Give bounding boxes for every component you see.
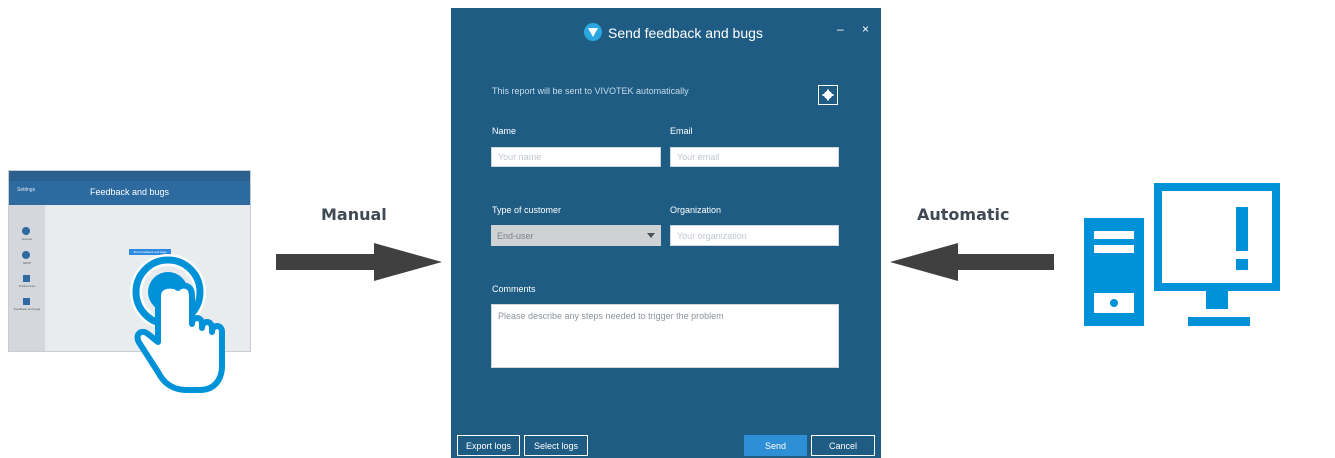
mini-side-item: Feedback and bugs — [13, 307, 41, 311]
export-logs-button[interactable]: Export logs — [457, 435, 520, 456]
mini-side-item: Preferences — [18, 284, 36, 288]
report-note: This report will be sent to VIVOTEK auto… — [492, 86, 689, 96]
mini-side-item: License — [21, 237, 33, 241]
select-logs-button[interactable]: Select logs — [524, 435, 588, 456]
feedback-icon — [23, 298, 30, 305]
manual-label: Manual — [321, 205, 387, 224]
gear-icon — [822, 89, 834, 101]
desktop-alert-icon — [1084, 183, 1280, 326]
comments-label: Comments — [492, 284, 536, 294]
minimize-button[interactable]: – — [837, 22, 844, 36]
send-button[interactable]: Send — [744, 435, 807, 456]
smtp-icon — [22, 251, 30, 259]
automatic-label: Automatic — [917, 205, 1010, 224]
dialog-title: Send feedback and bugs — [608, 25, 763, 41]
arrow-left-icon — [890, 243, 1054, 281]
name-input[interactable]: Your name — [491, 147, 661, 167]
close-button[interactable]: × — [862, 22, 869, 36]
customer-type-select[interactable]: End-user — [491, 225, 661, 246]
preferences-icon — [23, 275, 30, 282]
email-label: Email — [670, 126, 693, 136]
comments-textarea[interactable]: Please describe any steps needed to trig… — [491, 304, 839, 368]
cancel-button[interactable]: Cancel — [811, 435, 875, 456]
vivotek-logo-icon — [584, 23, 602, 41]
chevron-down-icon — [647, 233, 655, 238]
arrow-right-icon — [276, 243, 442, 281]
mini-side-item: SMTP — [22, 261, 32, 265]
organization-label: Organization — [670, 205, 722, 215]
touch-hand-icon — [130, 254, 225, 393]
name-label: Name — [492, 126, 517, 136]
organization-input[interactable]: Your organization — [670, 225, 839, 246]
mini-sidebar: License SMTP Preferences Feedback and bu… — [9, 205, 45, 351]
settings-button[interactable] — [818, 85, 838, 105]
customer-type-label: Type of customer — [492, 205, 562, 215]
mini-window-bar — [9, 171, 250, 181]
customer-type-value: End-user — [497, 230, 534, 241]
license-icon — [22, 227, 30, 235]
mini-title: Feedback and bugs — [89, 187, 170, 197]
email-input[interactable]: Your email — [670, 147, 839, 167]
